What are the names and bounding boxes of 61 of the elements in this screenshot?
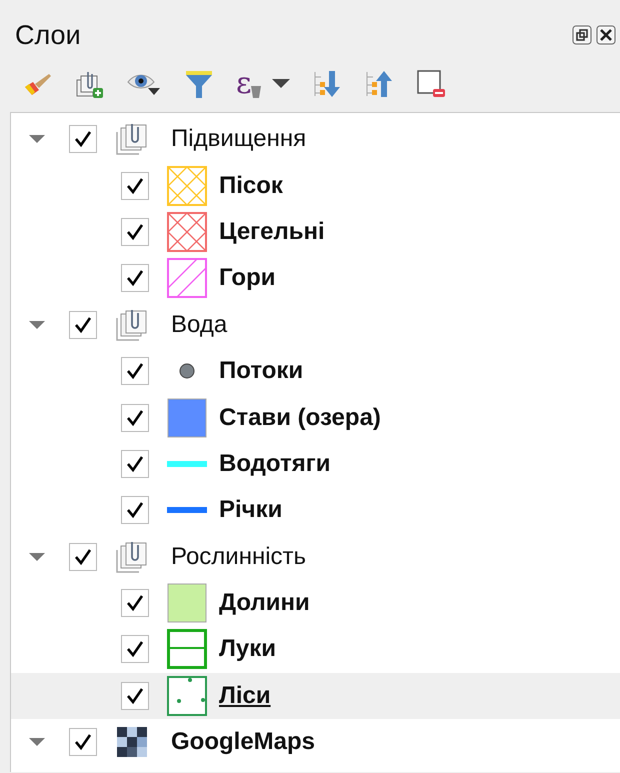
checkbox[interactable] <box>121 172 149 200</box>
layer-group-icon <box>115 540 149 574</box>
layer-name[interactable]: GoogleMaps <box>171 728 316 756</box>
collapse-arrow-icon[interactable] <box>29 737 45 748</box>
group-name[interactable]: Вода <box>171 310 228 339</box>
checkmark-icon <box>74 316 92 334</box>
bin-icon <box>250 85 262 99</box>
checkmark-icon <box>126 640 144 658</box>
remove-layer-icon[interactable] <box>416 69 446 99</box>
close-icon[interactable] <box>596 25 616 45</box>
checkmark-icon <box>126 408 144 427</box>
checkbox[interactable] <box>69 728 97 756</box>
expression-filter-button[interactable]: ε <box>236 69 262 99</box>
layer-name[interactable]: Пісок <box>219 172 283 200</box>
layer-name[interactable]: Стави (озера) <box>219 404 381 432</box>
layer-name[interactable]: Цегельні <box>219 218 325 246</box>
checkmark-icon <box>126 176 144 195</box>
checkbox[interactable] <box>121 682 149 710</box>
collapse-all-icon[interactable] <box>364 69 394 99</box>
expand-all-icon[interactable] <box>312 69 342 99</box>
checkbox[interactable] <box>121 635 149 664</box>
layer-name[interactable]: Потоки <box>219 357 304 386</box>
checkbox[interactable] <box>121 218 149 246</box>
collapse-arrow-icon[interactable] <box>29 320 45 330</box>
checkmark-icon <box>126 501 144 520</box>
layer-name[interactable]: Водотяги <box>219 450 330 478</box>
checkmark-icon <box>126 362 144 380</box>
layer-name[interactable]: Долини <box>219 589 310 618</box>
float-icon[interactable] <box>572 25 592 45</box>
layer-name[interactable]: Гори <box>219 264 276 292</box>
layer-name[interactable]: Луки <box>219 635 276 664</box>
panel-title: Слои <box>15 20 81 50</box>
filter-icon[interactable] <box>184 69 214 99</box>
checkmark-icon <box>126 269 144 288</box>
checkbox[interactable] <box>121 589 149 618</box>
checkbox[interactable] <box>121 404 149 432</box>
checkbox[interactable] <box>69 310 97 339</box>
paint-brush-icon[interactable] <box>22 71 52 97</box>
checker-tile-icon <box>115 725 149 760</box>
group-name[interactable]: Підвищення <box>171 125 306 154</box>
layer-name[interactable]: Ліси <box>219 682 271 710</box>
checkbox[interactable] <box>121 496 149 524</box>
checkmark-icon <box>126 686 144 705</box>
collapse-arrow-icon[interactable] <box>29 134 45 144</box>
checkbox[interactable] <box>69 125 97 154</box>
checkmark-icon <box>74 130 92 148</box>
checkbox[interactable] <box>121 450 149 478</box>
collapse-arrow-icon[interactable] <box>29 552 45 562</box>
layer-group-icon <box>115 308 149 342</box>
checkmark-icon <box>126 594 144 612</box>
checkmark-icon <box>74 548 92 566</box>
checkbox[interactable] <box>121 264 149 292</box>
checkbox[interactable] <box>121 357 149 386</box>
layer-name[interactable]: Річки <box>219 496 282 524</box>
checkbox[interactable] <box>69 542 97 571</box>
checkmark-icon <box>126 454 144 473</box>
checkmark-icon <box>126 222 144 241</box>
checkmark-icon <box>74 733 92 752</box>
layer-group-icon <box>115 122 149 156</box>
dropdown-caret-icon[interactable] <box>272 79 290 89</box>
group-name[interactable]: Рослинність <box>171 542 306 571</box>
